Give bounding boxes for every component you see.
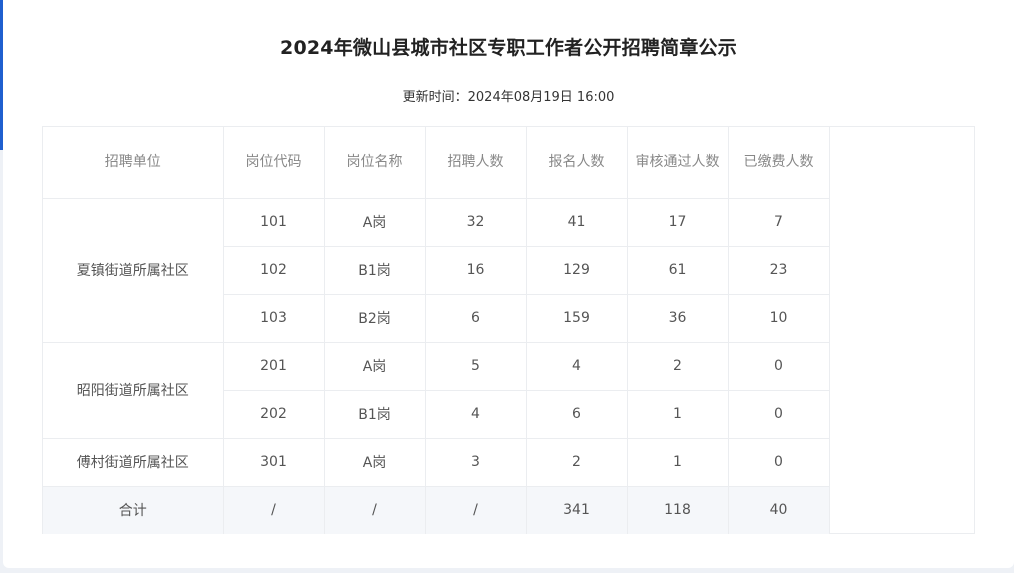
post-code-cell: 103 xyxy=(222,293,325,343)
quota-cell: 5 xyxy=(424,341,527,391)
header-post-name: 岗位名称 xyxy=(323,127,426,199)
approved-cell: 1 xyxy=(626,437,729,487)
approved-cell: 17 xyxy=(626,197,729,247)
quota-cell: 3 xyxy=(424,437,527,487)
post-name-cell: B2岗 xyxy=(323,293,426,343)
header-post-code: 岗位代码 xyxy=(222,127,325,199)
page-title: 2024年微山县城市社区专职工作者公开招聘简章公示 xyxy=(280,37,737,59)
update-time-value: 2024年08月19日 16:00 xyxy=(467,90,615,105)
total-row: 合计 / / / 341 118 40 xyxy=(43,485,830,534)
applied-cell: 129 xyxy=(525,245,628,295)
post-name-cell: B1岗 xyxy=(323,389,426,439)
quota-cell: 6 xyxy=(424,293,527,343)
table-header-row: 招聘单位 岗位代码 岗位名称 招聘人数 报名人数 审核通过人数 已缴费人数 xyxy=(43,127,830,199)
applied-cell: 6 xyxy=(525,389,628,439)
total-applied-cell: 341 xyxy=(525,485,628,534)
update-time: 更新时间：2024年08月19日 16:00 xyxy=(3,86,1014,105)
quota-cell: 4 xyxy=(424,389,527,439)
paid-cell: 10 xyxy=(727,293,830,343)
post-code-cell: 101 xyxy=(222,197,325,247)
recruitment-table: 招聘单位 岗位代码 岗位名称 招聘人数 报名人数 审核通过人数 已缴费人数 夏镇… xyxy=(43,127,830,534)
post-code-cell: 201 xyxy=(222,341,325,391)
unit-cell: 昭阳街道所属社区 xyxy=(43,341,224,439)
update-time-label: 更新时间： xyxy=(402,90,468,105)
paid-cell: 0 xyxy=(727,437,830,487)
post-code-cell: 102 xyxy=(222,245,325,295)
header-unit: 招聘单位 xyxy=(43,127,224,199)
total-paid-cell: 40 xyxy=(727,485,830,534)
post-name-cell: B1岗 xyxy=(323,245,426,295)
total-label-cell: 合计 xyxy=(43,485,224,534)
post-name-cell: A岗 xyxy=(323,437,426,487)
applied-cell: 159 xyxy=(525,293,628,343)
header-approved: 审核通过人数 xyxy=(626,127,729,199)
paid-cell: 23 xyxy=(727,245,830,295)
announcement-card: 2024年微山县城市社区专职工作者公开招聘简章公示 更新时间：2024年08月1… xyxy=(3,0,1014,568)
total-approved-cell: 118 xyxy=(626,485,729,534)
unit-cell: 夏镇街道所属社区 xyxy=(43,197,224,343)
applied-cell: 41 xyxy=(525,197,628,247)
recruitment-table-container: 招聘单位 岗位代码 岗位名称 招聘人数 报名人数 审核通过人数 已缴费人数 夏镇… xyxy=(42,126,975,534)
header-quota: 招聘人数 xyxy=(424,127,527,199)
approved-cell: 2 xyxy=(626,341,729,391)
post-code-cell: 202 xyxy=(222,389,325,439)
total-post-cell: / xyxy=(323,485,426,534)
applied-cell: 2 xyxy=(525,437,628,487)
table-row: 傅村街道所属社区 301 A岗 3 2 1 0 xyxy=(43,437,830,487)
post-name-cell: A岗 xyxy=(323,197,426,247)
paid-cell: 0 xyxy=(727,341,830,391)
quota-cell: 16 xyxy=(424,245,527,295)
paid-cell: 7 xyxy=(727,197,830,247)
quota-cell: 32 xyxy=(424,197,527,247)
post-code-cell: 301 xyxy=(222,437,325,487)
approved-cell: 36 xyxy=(626,293,729,343)
post-name-cell: A岗 xyxy=(323,341,426,391)
table-row: 昭阳街道所属社区 201 A岗 5 4 2 0 xyxy=(43,341,830,439)
header-paid: 已缴费人数 xyxy=(727,127,830,199)
page-background: 2024年微山县城市社区专职工作者公开招聘简章公示 更新时间：2024年08月1… xyxy=(0,0,1014,573)
approved-cell: 1 xyxy=(626,389,729,439)
approved-cell: 61 xyxy=(626,245,729,295)
unit-cell: 傅村街道所属社区 xyxy=(43,437,224,487)
table-row: 夏镇街道所属社区 101 A岗 32 41 17 7 xyxy=(43,197,830,343)
total-code-cell: / xyxy=(222,485,325,534)
header-applied: 报名人数 xyxy=(525,127,628,199)
applied-cell: 4 xyxy=(525,341,628,391)
paid-cell: 0 xyxy=(727,389,830,439)
total-quota-cell: / xyxy=(424,485,527,534)
